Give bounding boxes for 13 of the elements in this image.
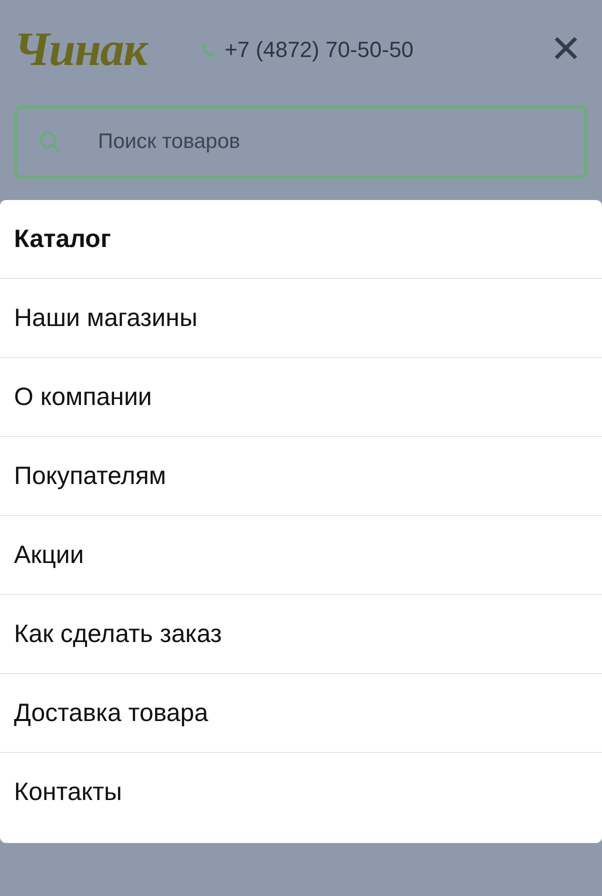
menu-item[interactable]: Доставка товара: [0, 674, 602, 753]
menu-item[interactable]: Акции: [0, 516, 602, 595]
menu-item[interactable]: Как сделать заказ: [0, 595, 602, 674]
close-button[interactable]: ✕: [544, 27, 588, 72]
menu-item[interactable]: О компании: [0, 358, 602, 437]
menu-item[interactable]: Покупателям: [0, 437, 602, 516]
menu-item[interactable]: Контакты: [0, 753, 602, 832]
phone-number[interactable]: +7 (4872) 70-50-50: [224, 36, 414, 62]
search-field[interactable]: Поиск товаров: [14, 105, 588, 179]
menu-item[interactable]: Наши магазины: [0, 279, 602, 358]
menu-item[interactable]: Каталог: [0, 200, 602, 279]
phone-icon: [200, 42, 217, 58]
search-icon: [38, 130, 62, 154]
